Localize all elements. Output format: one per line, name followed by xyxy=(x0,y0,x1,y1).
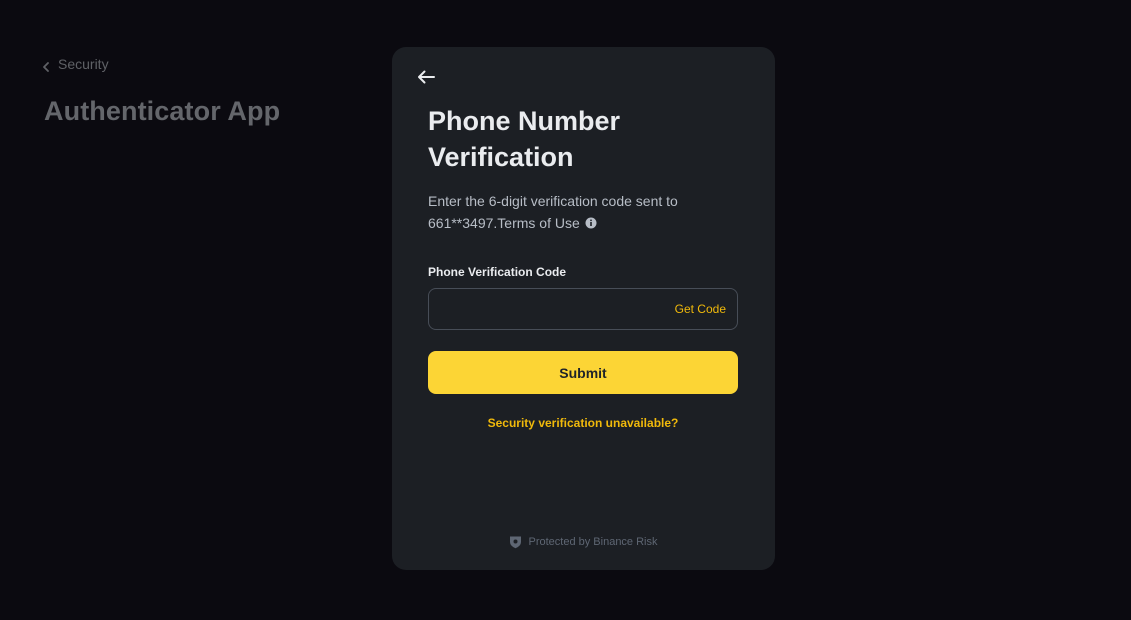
back-button[interactable] xyxy=(414,65,438,89)
breadcrumb-label: Security xyxy=(58,56,109,72)
shield-icon xyxy=(509,535,522,549)
submit-button[interactable]: Submit xyxy=(428,351,738,394)
arrow-left-icon xyxy=(417,70,435,84)
info-icon[interactable] xyxy=(585,217,597,229)
modal-description: Enter the 6-digit verification code sent… xyxy=(428,190,748,234)
modal-title: Phone Number Verification xyxy=(428,106,621,172)
page: Security Authenticator App Phone Number … xyxy=(0,0,1131,620)
breadcrumb[interactable]: Security xyxy=(42,56,109,72)
get-code-button[interactable]: Get Code xyxy=(675,302,737,316)
verification-modal: Phone Number Verification Enter the 6-di… xyxy=(392,47,775,570)
protected-notice: Protected by Binance Risk xyxy=(392,535,775,549)
verification-unavailable-link[interactable]: Security verification unavailable? xyxy=(428,416,738,430)
page-title: Authenticator App xyxy=(44,96,281,126)
phone-code-input[interactable] xyxy=(429,289,675,329)
description-line-2: 661**3497.Terms of Use xyxy=(428,215,580,231)
phone-code-label: Phone Verification Code xyxy=(428,265,567,279)
phone-code-field: Get Code xyxy=(428,288,738,330)
protected-text: Protected by Binance Risk xyxy=(528,536,658,548)
description-line-1: Enter the 6-digit verification code sent… xyxy=(428,193,678,209)
chevron-left-icon xyxy=(42,59,50,72)
